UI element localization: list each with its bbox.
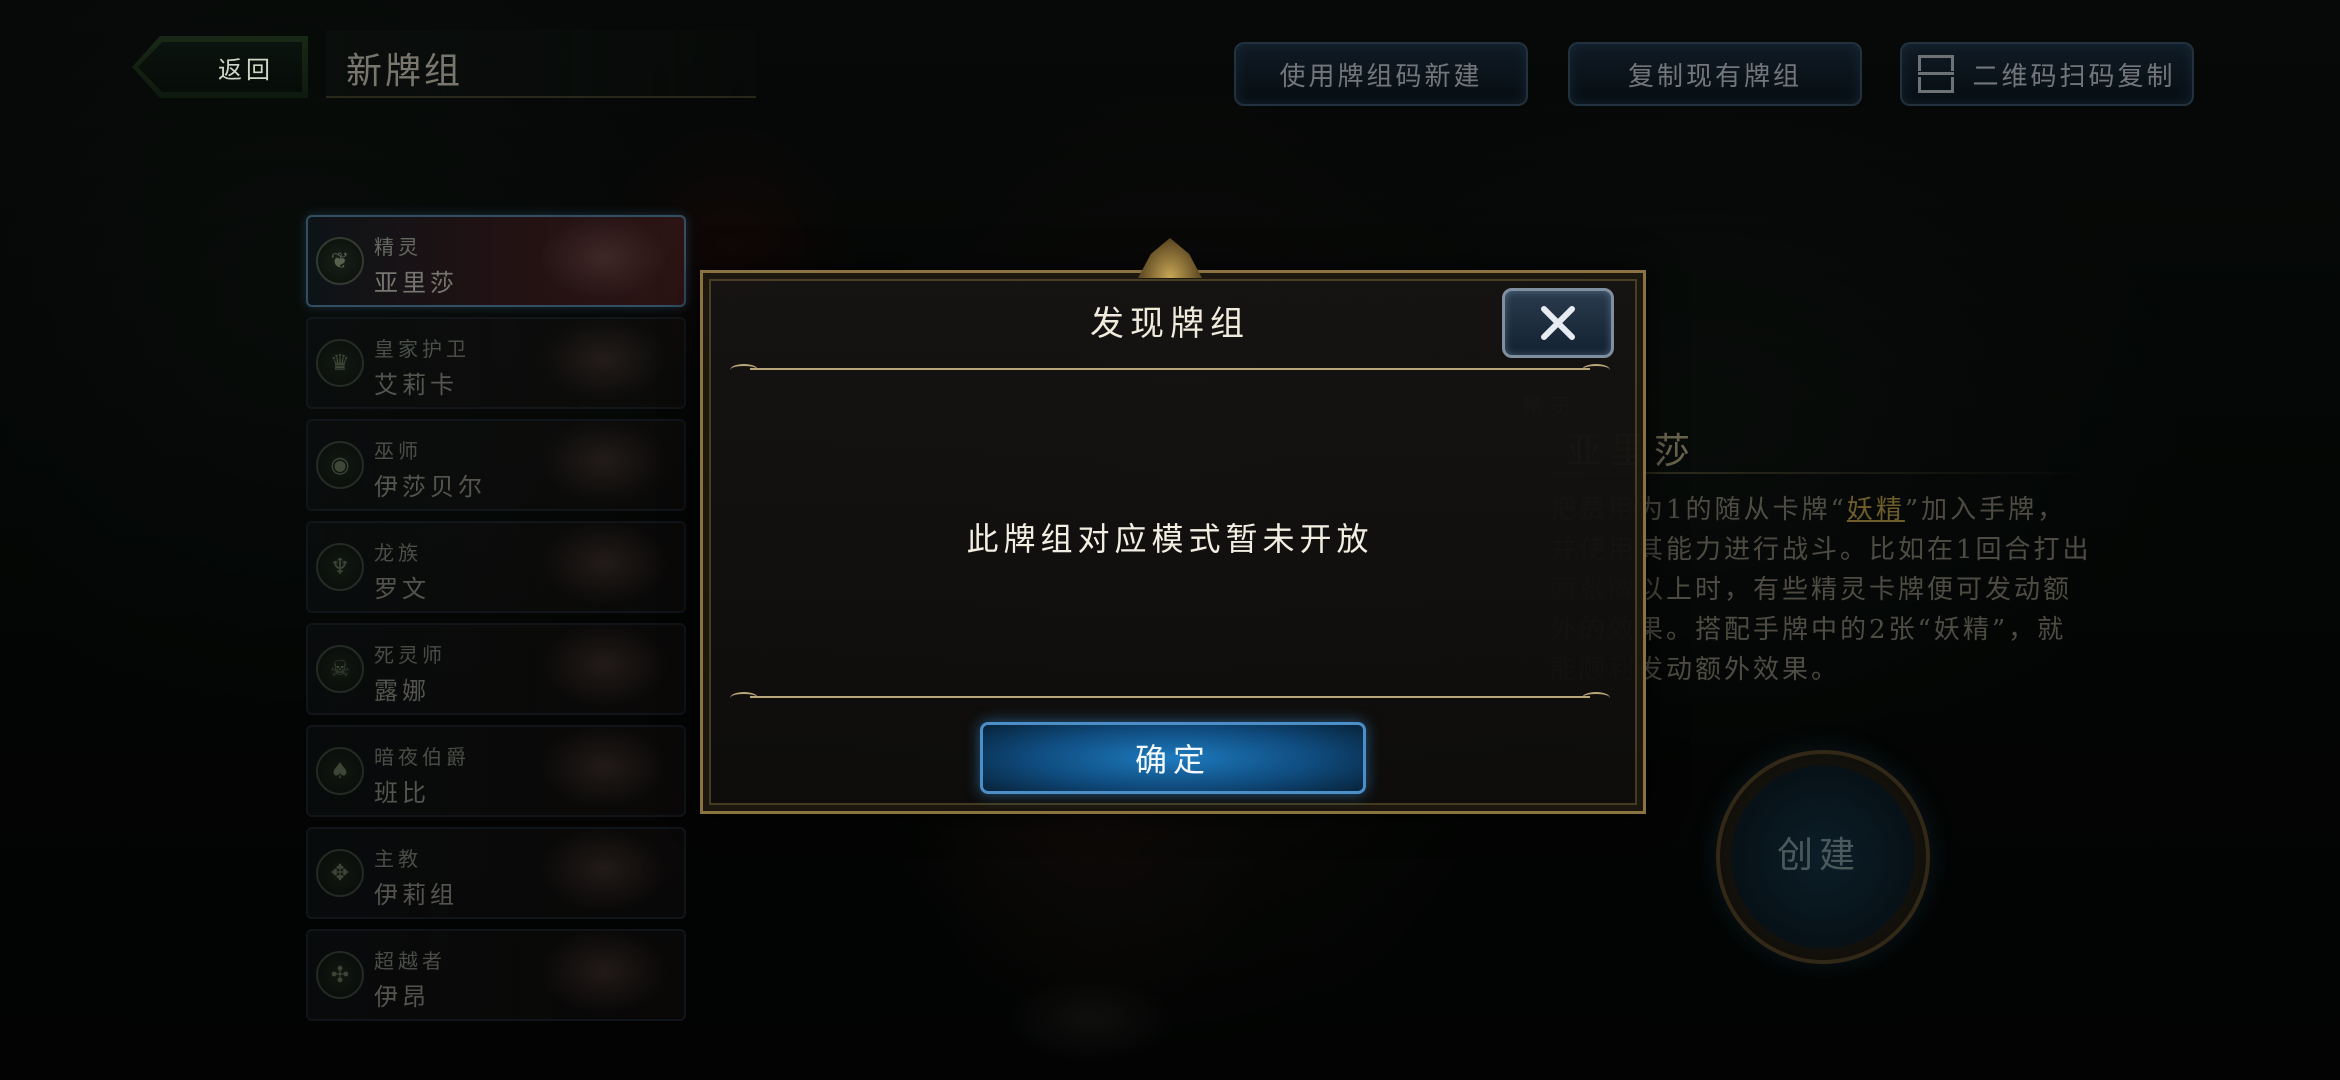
dialog-message: 此牌组对应模式暂未开放 [966,520,1374,558]
dialog-divider-bottom [730,692,1610,702]
confirm-button[interactable]: 确定 [980,722,1366,794]
close-icon [1541,306,1575,340]
dialog-divider-top [730,364,1610,374]
close-button[interactable] [1502,288,1614,358]
back-button-label[interactable]: 返回 [218,50,274,85]
dialog-title: 发现牌组 [1090,304,1250,344]
confirm-button-label: 确定 [1134,741,1211,779]
